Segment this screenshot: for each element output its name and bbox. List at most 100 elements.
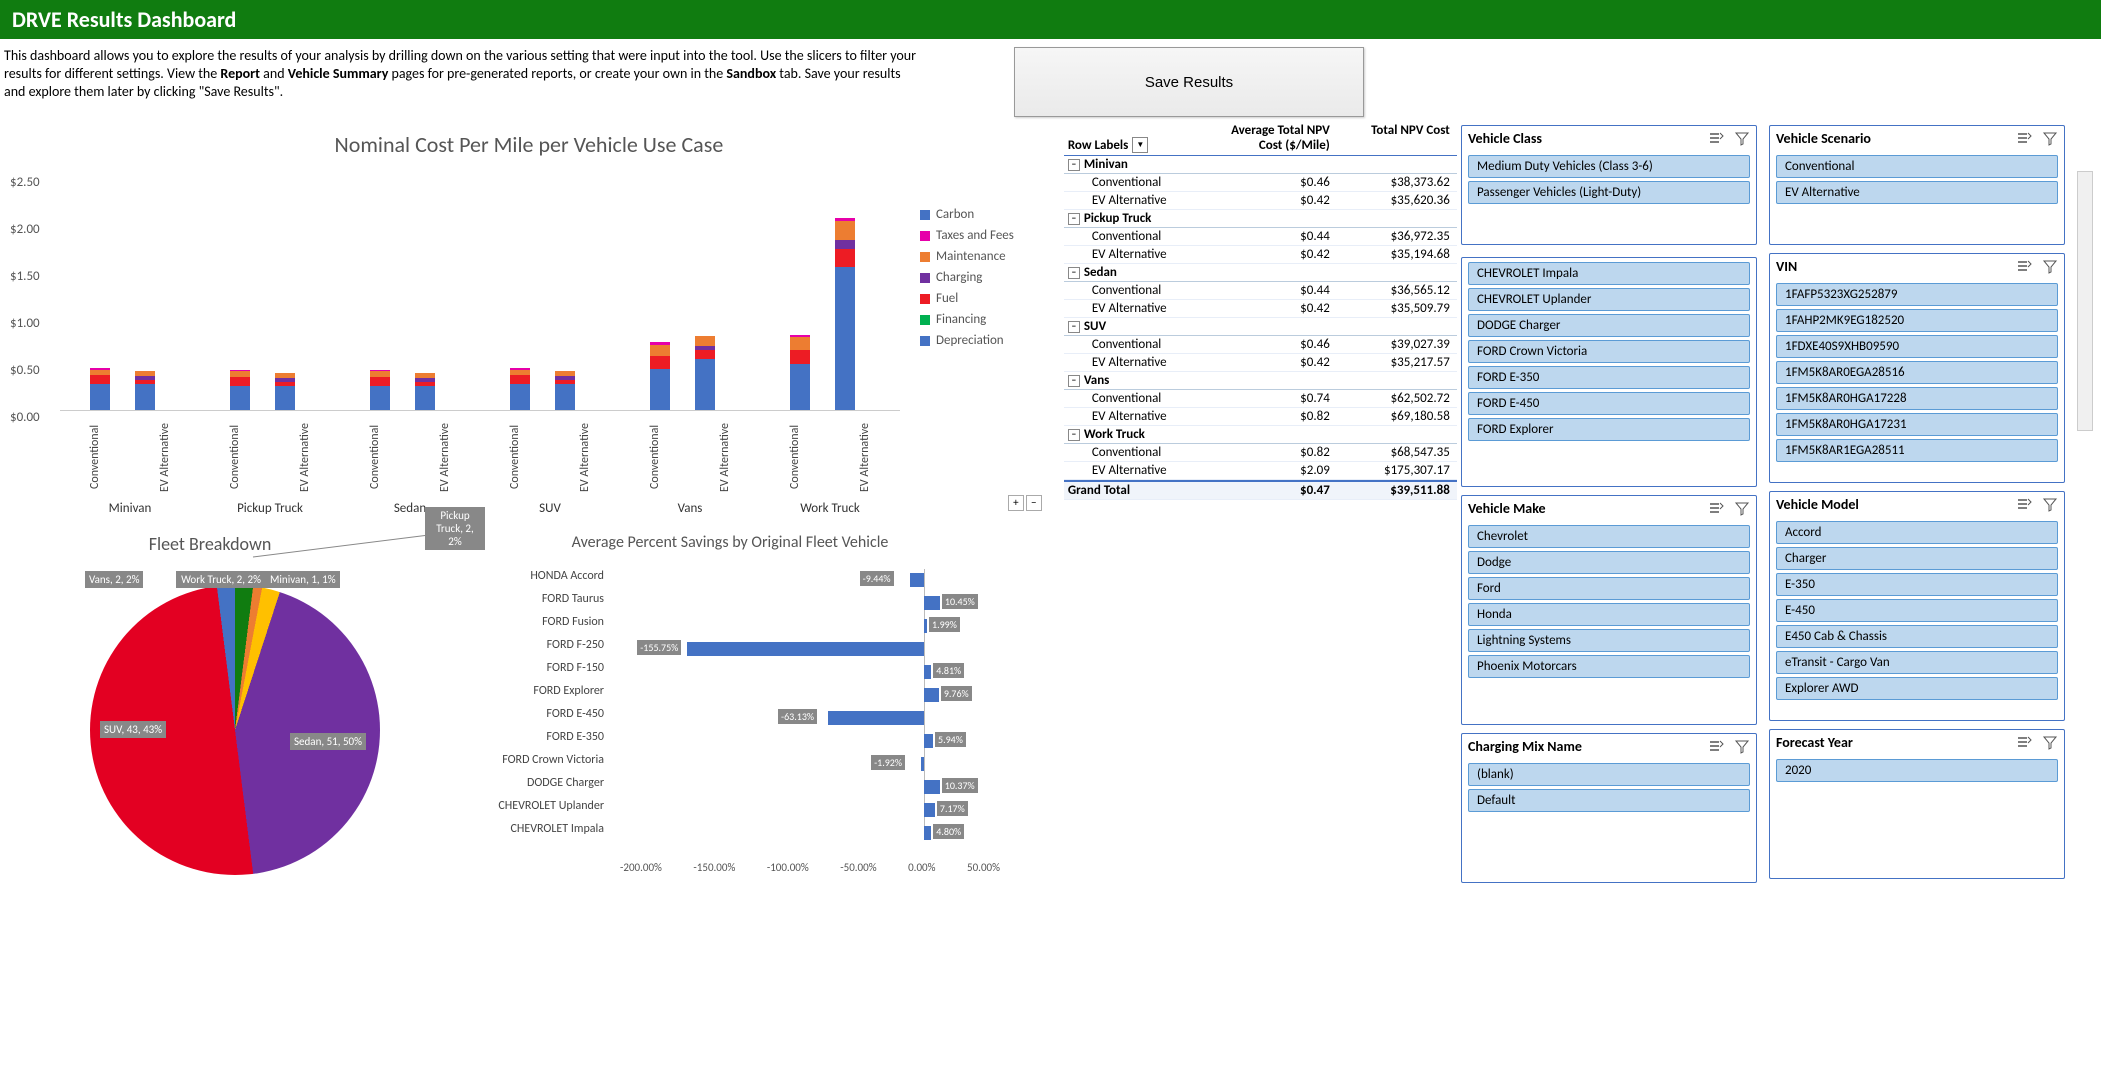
save-results-button[interactable]: Save Results — [1014, 47, 1364, 117]
clear-filter-icon[interactable] — [2042, 497, 2058, 513]
slicer-item[interactable]: Accord — [1776, 521, 2058, 544]
slicer-item[interactable]: 1FM5K8AR0EGA28516 — [1776, 361, 2058, 384]
clear-filter-icon[interactable] — [2042, 735, 2058, 751]
multiselect-icon[interactable] — [2016, 497, 2032, 513]
slicer-item[interactable]: Honda — [1468, 603, 1750, 626]
pivot-group-Vans[interactable]: −Vans — [1064, 372, 1457, 390]
slicer-item[interactable]: E450 Cab & Chassis — [1776, 625, 2058, 648]
barh-bar — [828, 711, 924, 725]
pivot-collapse-icon[interactable]: − — [1068, 213, 1080, 225]
slicer-item[interactable]: CHEVROLET Impala — [1468, 262, 1750, 285]
slicer-vehicle_class[interactable]: Vehicle ClassMedium Duty Vehicles (Class… — [1461, 125, 1757, 245]
slicer-title: VIN — [1776, 258, 1797, 275]
chart-percent-savings[interactable]: Average Percent Savings by Original Flee… — [420, 523, 1040, 875]
pivot-filter-dropdown[interactable]: ▼ — [1132, 137, 1148, 153]
slicer-item[interactable]: Passenger Vehicles (Light-Duty) — [1468, 181, 1750, 204]
slicer-item[interactable]: 1FM5K8AR1EGA28511 — [1776, 439, 2058, 462]
pivot-collapse-icon[interactable]: − — [1068, 375, 1080, 387]
multiselect-icon[interactable] — [1708, 501, 1724, 517]
slicer-item[interactable]: FORD Explorer — [1468, 418, 1750, 441]
multiselect-icon[interactable] — [2016, 131, 2032, 147]
barh-label: CHEVROLET Uplander — [420, 799, 612, 813]
slicer-item[interactable]: eTransit - Cargo Van — [1776, 651, 2058, 674]
slicer-item[interactable]: Dodge — [1468, 551, 1750, 574]
slicer-item[interactable]: CHEVROLET Uplander — [1468, 288, 1750, 311]
slicer-item[interactable]: E-350 — [1776, 573, 2058, 596]
slicer-name_col[interactable]: CHEVROLET Impala CHEVROLET Uplander DODGE … — [1461, 257, 1757, 487]
pivot-group-Sedan[interactable]: −Sedan — [1064, 264, 1457, 282]
pivot-collapse-icon[interactable]: − — [1068, 429, 1080, 441]
multiselect-icon[interactable] — [2016, 259, 2032, 275]
pivot-group-Pickup Truck[interactable]: −Pickup Truck — [1064, 210, 1457, 228]
pivot-row[interactable]: EV Alternative$0.42$35,194.68 — [1064, 246, 1457, 264]
pivot-group-SUV[interactable]: −SUV — [1064, 318, 1457, 336]
clear-filter-icon[interactable] — [1734, 501, 1750, 517]
clear-filter-icon[interactable] — [2042, 131, 2058, 147]
pie-label-minivan: Minivan, 1, 1% — [266, 571, 340, 588]
slicer-vehicle_model[interactable]: Vehicle ModelAccordChargerE-350E-450E450… — [1769, 491, 2065, 721]
barh-bar — [924, 734, 933, 748]
pivot-table[interactable]: Row Labels ▼ Average Total NPV Cost ($/M… — [1064, 121, 1457, 500]
barh-x-axis: -200.00%-150.00%-100.00%-50.00%0.00%50.0… — [620, 861, 1000, 874]
slicer-vehicle_scenario[interactable]: Vehicle ScenarioConventionalEV Alternati… — [1769, 125, 2065, 245]
chart-cost-per-mile[interactable]: Nominal Cost Per Mile per Vehicle Use Ca… — [0, 131, 1058, 511]
slicer-item[interactable]: DODGE Charger — [1468, 314, 1750, 337]
pivot-row[interactable]: EV Alternative$0.42$35,509.79 — [1064, 300, 1457, 318]
barh-value: 4.81% — [933, 663, 964, 678]
slicer-charging_mix[interactable]: Charging Mix Name(blank)Default — [1461, 733, 1757, 883]
pivot-group-Minivan[interactable]: −Minivan — [1064, 156, 1457, 174]
barh-label: FORD Taurus — [420, 592, 612, 606]
slicer-item[interactable]: E-450 — [1776, 599, 2058, 622]
clear-filter-icon[interactable] — [1734, 131, 1750, 147]
slicer-item[interactable]: 1FDXE40S9XHB09590 — [1776, 335, 2058, 358]
slicer-item[interactable]: FORD E-350 — [1468, 366, 1750, 389]
slicer-item[interactable]: FORD E-450 — [1468, 392, 1750, 415]
slicer-forecast_year[interactable]: Forecast Year2020 — [1769, 729, 2065, 879]
barh-label: FORD Crown Victoria — [420, 753, 612, 767]
slicer-item[interactable]: (blank) — [1468, 763, 1750, 786]
pivot-collapse-icon[interactable]: − — [1068, 267, 1080, 279]
pivot-row[interactable]: Conventional$0.74$62,502.72 — [1064, 390, 1457, 408]
slicer-item[interactable]: Chevrolet — [1468, 525, 1750, 548]
slicer-item[interactable]: Ford — [1468, 577, 1750, 600]
multiselect-icon[interactable] — [1708, 131, 1724, 147]
slicer-vin[interactable]: VIN 1FAFP5323XG252879 1FAHP2MK9EG182520 1FD… — [1769, 253, 2065, 483]
slicer-item[interactable]: 1FM5K8AR0HGA17231 — [1776, 413, 2058, 436]
pivot-group-Work Truck[interactable]: −Work Truck — [1064, 426, 1457, 444]
slicer-vehicle_make[interactable]: Vehicle MakeChevroletDodgeFordHondaLight… — [1461, 495, 1757, 725]
pivot-grand-total: Grand Total$0.47$39,511.88 — [1064, 480, 1457, 500]
clear-filter-icon[interactable] — [1734, 739, 1750, 755]
pivot-row[interactable]: Conventional$0.44$36,972.35 — [1064, 228, 1457, 246]
slicer-item[interactable]: 2020 — [1776, 759, 2058, 782]
chart-collapse-button[interactable]: − — [1026, 495, 1042, 511]
slicer-item[interactable]: Medium Duty Vehicles (Class 3-6) — [1468, 155, 1750, 178]
chart-expand-button[interactable]: + — [1008, 495, 1024, 511]
slicer-item[interactable]: Explorer AWD — [1776, 677, 2058, 700]
slicer-item[interactable]: Phoenix Motorcars — [1468, 655, 1750, 678]
slicer-item[interactable]: Conventional — [1776, 155, 2058, 178]
slicer-item[interactable]: Default — [1468, 789, 1750, 812]
multiselect-icon[interactable] — [2016, 735, 2032, 751]
pivot-collapse-icon[interactable]: − — [1068, 321, 1080, 333]
multiselect-icon[interactable] — [1708, 739, 1724, 755]
pivot-row[interactable]: EV Alternative$2.09$175,307.17 — [1064, 462, 1457, 480]
slicer-item[interactable]: Lightning Systems — [1468, 629, 1750, 652]
pivot-row[interactable]: Conventional$0.46$38,373.62 — [1064, 174, 1457, 192]
pivot-row[interactable]: Conventional$0.46$39,027.39 — [1064, 336, 1457, 354]
pivot-row[interactable]: EV Alternative$0.42$35,620.36 — [1064, 192, 1457, 210]
slicer-item[interactable]: Charger — [1776, 547, 2058, 570]
pivot-row[interactable]: EV Alternative$0.82$69,180.58 — [1064, 408, 1457, 426]
slicer-item[interactable]: FORD Crown Victoria — [1468, 340, 1750, 363]
slicer-item[interactable]: 1FAFP5323XG252879 — [1776, 283, 2058, 306]
pivot-collapse-icon[interactable]: − — [1068, 159, 1080, 171]
slicer-item[interactable]: 1FAHP2MK9EG182520 — [1776, 309, 2058, 332]
slicer-item[interactable]: 1FM5K8AR0HGA17228 — [1776, 387, 2058, 410]
pivot-row[interactable]: Conventional$0.44$36,565.12 — [1064, 282, 1457, 300]
pivot-row[interactable]: EV Alternative$0.42$35,217.57 — [1064, 354, 1457, 372]
slicer-scrollbar[interactable] — [2077, 171, 2093, 431]
slicer-item[interactable]: EV Alternative — [1776, 181, 2058, 204]
intro-text: This dashboard allows you to explore the… — [4, 47, 924, 102]
clear-filter-icon[interactable] — [2042, 259, 2058, 275]
pivot-row[interactable]: Conventional$0.82$68,547.35 — [1064, 444, 1457, 462]
chart-fleet-breakdown[interactable]: Fleet Breakdown Sedan, 51, 50% SUV, 43, … — [0, 523, 420, 875]
